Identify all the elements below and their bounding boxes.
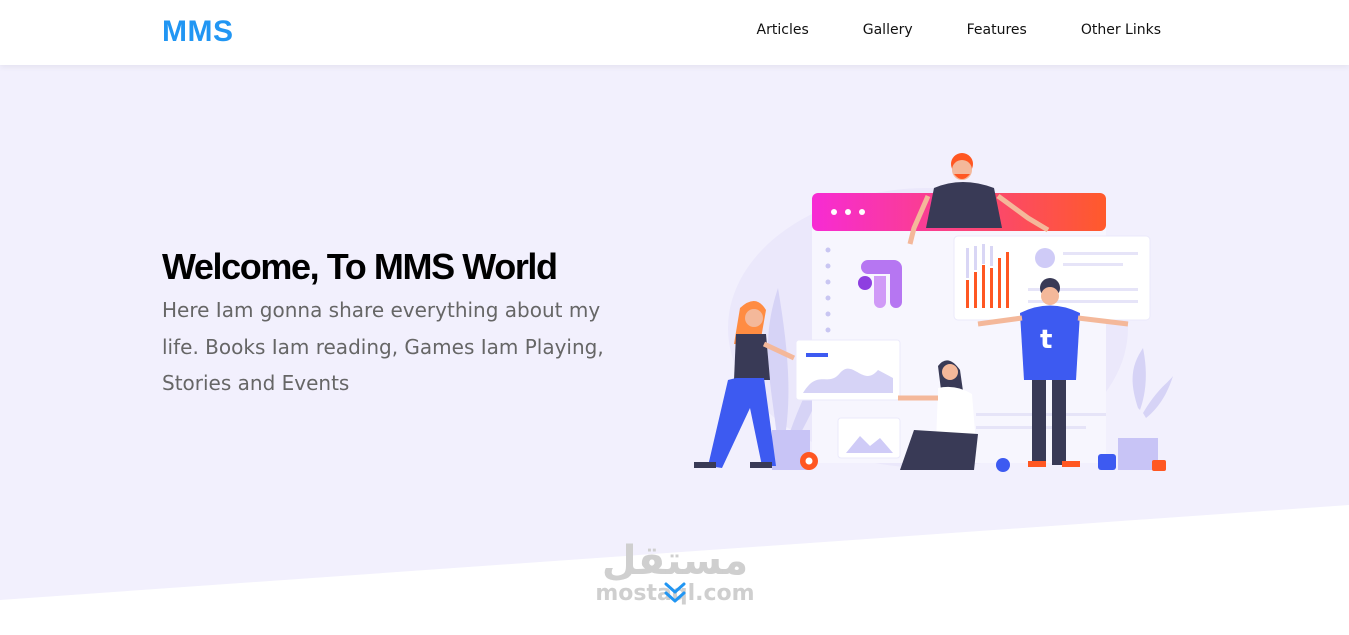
main-nav: Articles Gallery Features Other Links bbox=[703, 22, 1161, 38]
watermark-arabic-text: مستقل bbox=[601, 538, 749, 584]
nav-link-gallery[interactable]: Gallery bbox=[863, 22, 913, 38]
hero-illustration: t bbox=[694, 153, 1173, 472]
nav-link-features[interactable]: Features bbox=[967, 22, 1027, 38]
hero-description: Here Iam gonna share everything about my… bbox=[162, 298, 604, 395]
site-header: MMS Articles Gallery Features Other Link… bbox=[0, 0, 1349, 65]
hero-title: Welcome, To MMS World bbox=[162, 246, 558, 287]
svg-text:t: t bbox=[1040, 325, 1052, 355]
nav-link-other-links[interactable]: Other Links bbox=[1081, 22, 1161, 38]
site-logo[interactable]: MMS bbox=[162, 15, 234, 49]
double-chevron-down-icon[interactable] bbox=[662, 580, 688, 606]
nav-link-articles[interactable]: Articles bbox=[757, 22, 809, 38]
